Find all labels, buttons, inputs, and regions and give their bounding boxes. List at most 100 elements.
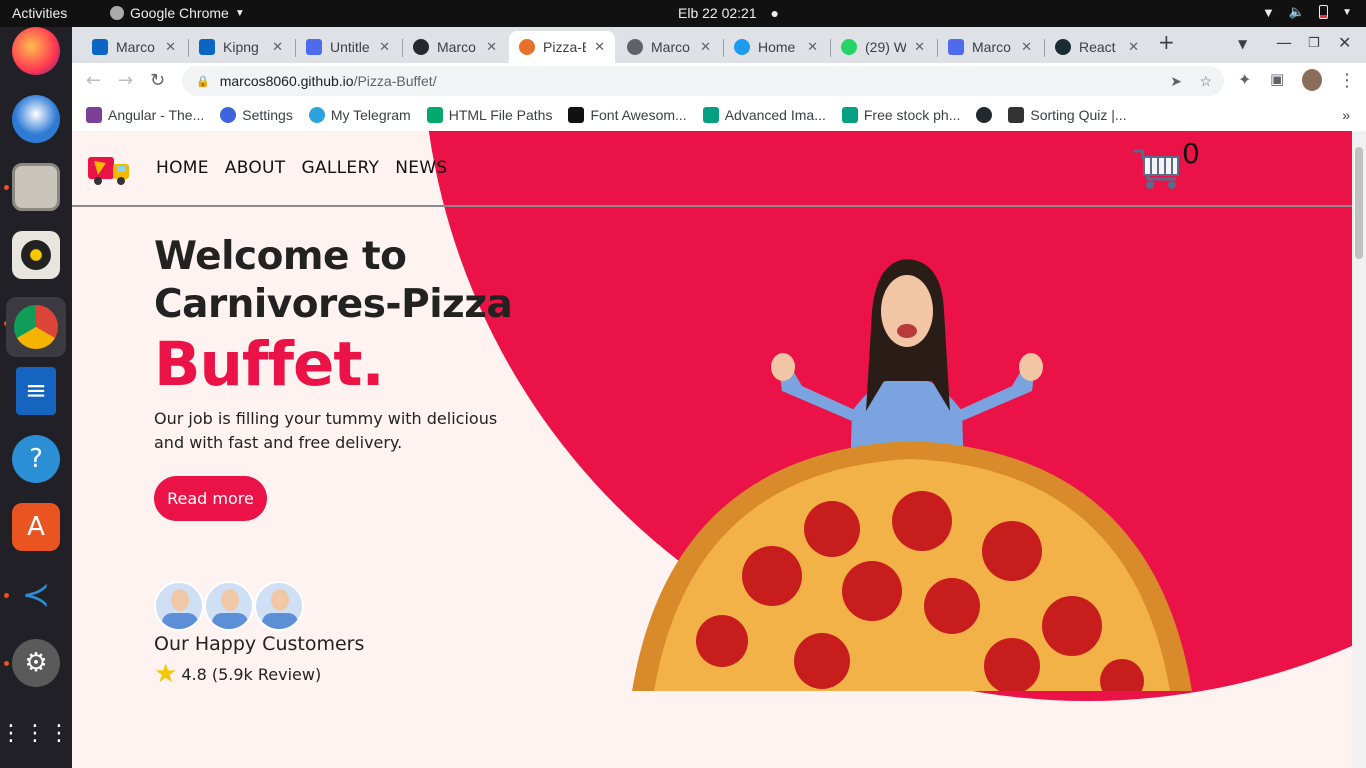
flag-icon [568,107,585,123]
twitter-icon [734,39,750,55]
reload-icon[interactable]: ↻ [150,70,165,91]
close-icon[interactable]: ✕ [272,39,283,55]
tab-1[interactable]: Marco ✕ [82,31,186,63]
bookmark-label: Font Awesom... [590,107,687,123]
tab-9[interactable]: Marco ✕ [938,31,1042,63]
software-center-icon[interactable]: A [12,503,60,551]
forward-icon[interactable]: → [118,70,133,91]
close-icon[interactable]: ✕ [807,39,818,55]
more-bookmarks-icon[interactable]: » [1342,107,1350,123]
nav-about[interactable]: ABOUT [225,158,286,178]
close-icon[interactable]: ✕ [1128,39,1139,55]
bookmark-sorting-quiz[interactable]: Sorting Quiz |... [1008,107,1127,123]
close-icon[interactable]: ✕ [486,39,497,55]
show-apps-icon[interactable]: ⋮⋮⋮ [0,709,70,757]
activities-button[interactable]: Activities [12,5,67,21]
shopping-cart-icon[interactable] [1132,145,1184,193]
tab-label: Home [758,39,796,55]
customer-body-icon [212,613,248,629]
star-icon: ★ [154,659,178,689]
maximize-icon[interactable]: ❐ [1308,36,1320,51]
customer-body-icon [262,613,298,629]
rhythmbox-icon[interactable] [12,231,60,279]
stock-photos-icon [841,107,858,123]
tab-strip: Marco ✕ Kipng ✕ Untitle ✕ Marco ✕ Pizza-… [72,27,1366,63]
running-indicator-icon [4,593,9,598]
tab-2[interactable]: Kipng ✕ [189,31,293,63]
url-path: /Pizza-Buffet/ [353,73,437,89]
delivery-truck-logo[interactable] [86,151,132,187]
hero-title-line-2: Carnivores-Pizza [154,282,513,327]
speaker-icon [21,240,51,270]
tab-3[interactable]: Untitle ✕ [296,31,400,63]
bookmark-angular[interactable]: Angular - The... [86,107,204,123]
tab-7[interactable]: Home ✕ [724,31,828,63]
tab-6[interactable]: Marco ✕ [617,31,721,63]
writer-icon[interactable]: ≡ [16,367,56,415]
help-icon[interactable]: ? [12,435,60,483]
chrome-icon[interactable] [6,297,66,357]
scrollbar-thumb[interactable] [1355,147,1363,259]
customer-body-icon [162,613,198,629]
bookmark-free-stock[interactable]: Free stock ph... [841,107,960,123]
pepperoni-icon [924,578,980,634]
browser-toolbar: ← → ↻ 🔒 marcos8060.github.io/Pizza-Buffe… [72,63,1366,99]
system-tray[interactable]: ▼ 🔈 ▼ [1262,4,1352,20]
bookmark-github[interactable] [976,107,993,123]
app-menu[interactable]: Google Chrome ▼ [110,5,245,21]
hero-description: Our job is filling your tummy with delic… [154,409,498,452]
tab-5[interactable]: Pizza-B ✕ [509,31,615,63]
bookmark-advanced-images[interactable]: Advanced Ima... [702,107,826,123]
docs-icon [948,39,964,55]
nav-gallery[interactable]: GALLERY [301,158,379,178]
send-icon[interactable]: ➤ [1170,73,1182,90]
window-close-icon[interactable]: ✕ [1338,33,1351,52]
new-tab-icon[interactable]: + [1158,30,1175,54]
close-icon[interactable]: ✕ [165,39,176,55]
tab-label: Marco [972,39,1011,55]
address-bar[interactable]: 🔒 marcos8060.github.io/Pizza-Buffet/ ➤ ☆ [182,66,1224,96]
bookmark-font-awesome[interactable]: Font Awesom... [568,107,687,123]
back-icon[interactable]: ← [86,70,101,91]
chrome-small-icon [110,6,124,20]
main-nav: HOME ABOUT GALLERY NEWS [156,158,447,178]
side-panel-icon[interactable]: ▣ [1270,70,1284,88]
page-scrollbar[interactable] [1352,131,1366,768]
quiz-icon [1008,107,1025,123]
vscode-icon[interactable]: ≺ [12,571,60,619]
nav-home[interactable]: HOME [156,158,209,178]
read-more-button[interactable]: Read more [154,476,267,521]
pepperoni-icon [1042,596,1102,656]
tab-8[interactable]: (29) W ✕ [831,31,935,63]
browser-window: Marco ✕ Kipng ✕ Untitle ✕ Marco ✕ Pizza-… [72,27,1366,768]
close-icon[interactable]: ✕ [700,39,711,55]
bookmark-settings[interactable]: Settings [220,107,293,123]
tab-search-icon[interactable]: ▼ [1238,37,1247,51]
tab-10[interactable]: React ✕ [1045,31,1149,63]
tab-4[interactable]: Marco ✕ [403,31,507,63]
wifi-icon: ▼ [1262,4,1275,20]
firefox-icon[interactable] [12,27,60,75]
bookmarks-bar: Angular - The... Settings My Telegram HT… [72,99,1366,131]
bookmark-telegram[interactable]: My Telegram [308,107,411,123]
settings-icon[interactable]: ⚙ [12,639,60,687]
close-icon[interactable]: ✕ [914,39,925,55]
tab-label: Marco [651,39,690,55]
bookmark-label: HTML File Paths [448,107,553,123]
bookmark-star-icon[interactable]: ☆ [1199,73,1212,90]
profile-avatar[interactable] [1302,69,1322,91]
menu-icon[interactable]: ⋮ [1338,70,1356,91]
files-icon[interactable] [12,163,60,211]
minimize-icon[interactable]: — [1276,33,1292,52]
nav-news[interactable]: NEWS [395,158,447,178]
close-icon[interactable]: ✕ [379,39,390,55]
extensions-icon[interactable]: ✦ [1238,70,1251,89]
bookmark-html-paths[interactable]: HTML File Paths [426,107,553,123]
woman-mouth-icon [897,324,917,338]
clock[interactable]: Elb 22 02:21 ● [678,5,779,21]
globe-icon [627,39,643,55]
close-icon[interactable]: ✕ [594,39,605,55]
customer-avatars [154,581,304,631]
thunderbird-icon[interactable] [12,95,60,143]
close-icon[interactable]: ✕ [1021,39,1032,55]
